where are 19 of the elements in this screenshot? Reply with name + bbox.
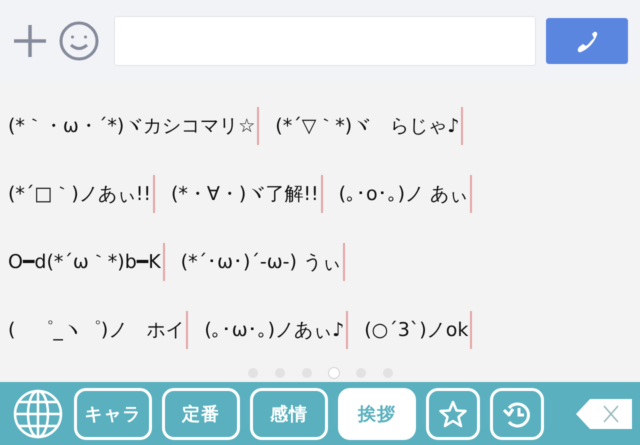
kaomoji-item[interactable]: ( ゜_ヽ゜)ノ ホイ bbox=[8, 311, 188, 349]
kaomoji-item[interactable]: (｡･ω･｡)ノあぃ♪ bbox=[204, 311, 348, 349]
message-field[interactable] bbox=[114, 16, 536, 66]
backspace-button[interactable] bbox=[576, 398, 632, 430]
kaomoji-item[interactable]: (*´･ω･)´-ω-) うぃ bbox=[180, 243, 345, 281]
kaomoji-item[interactable]: (○´3`)ノok bbox=[364, 311, 472, 349]
favorites-tab[interactable] bbox=[426, 388, 480, 440]
plus-icon[interactable] bbox=[12, 23, 48, 59]
kaomoji-item[interactable]: (*｀・ω・´*)ヾカシコマリ☆ bbox=[8, 107, 260, 145]
kaomoji-item[interactable]: O━d(*´ω｀*)b━K bbox=[8, 243, 165, 281]
history-tab[interactable] bbox=[490, 388, 544, 440]
star-icon bbox=[438, 398, 468, 428]
kaomoji-item[interactable]: (*・∀・)ヾ了解!! bbox=[171, 175, 323, 213]
globe-button[interactable] bbox=[12, 388, 64, 440]
kaomoji-item[interactable]: (*´▽｀*)ヾ らじゃ♪ bbox=[275, 107, 464, 145]
call-button[interactable] bbox=[546, 18, 628, 64]
kaomoji-item[interactable]: (*´□｀)ノあぃ!! bbox=[8, 175, 156, 213]
kaomoji-item[interactable]: (｡･o･｡)ノ あぃ bbox=[338, 175, 472, 213]
smiley-icon[interactable] bbox=[58, 20, 100, 62]
